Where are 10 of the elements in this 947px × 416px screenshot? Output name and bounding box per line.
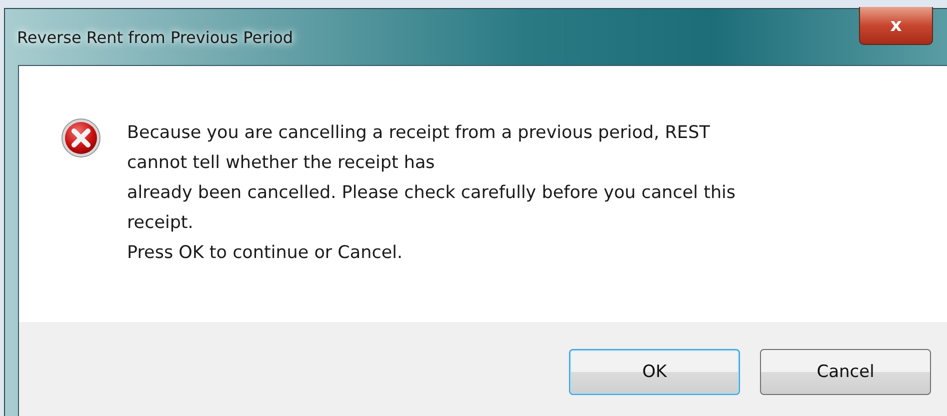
window-title: Reverse Rent from Previous Period	[17, 28, 294, 46]
error-icon	[61, 118, 101, 158]
message-line: Press OK to continue or Cancel.	[127, 242, 404, 265]
message-line: cannot tell whether the receipt has	[127, 152, 436, 175]
close-button[interactable]: x	[859, 7, 933, 45]
message-line: Because you are cancelling a receipt from a previous period, REST	[127, 122, 711, 145]
ok-button[interactable]: OK	[569, 349, 740, 395]
cancel-button[interactable]: Cancel	[760, 349, 931, 395]
message-line: receipt.	[127, 212, 194, 235]
message-line: already been cancelled. Please check carefully before you cancel this	[127, 182, 736, 205]
